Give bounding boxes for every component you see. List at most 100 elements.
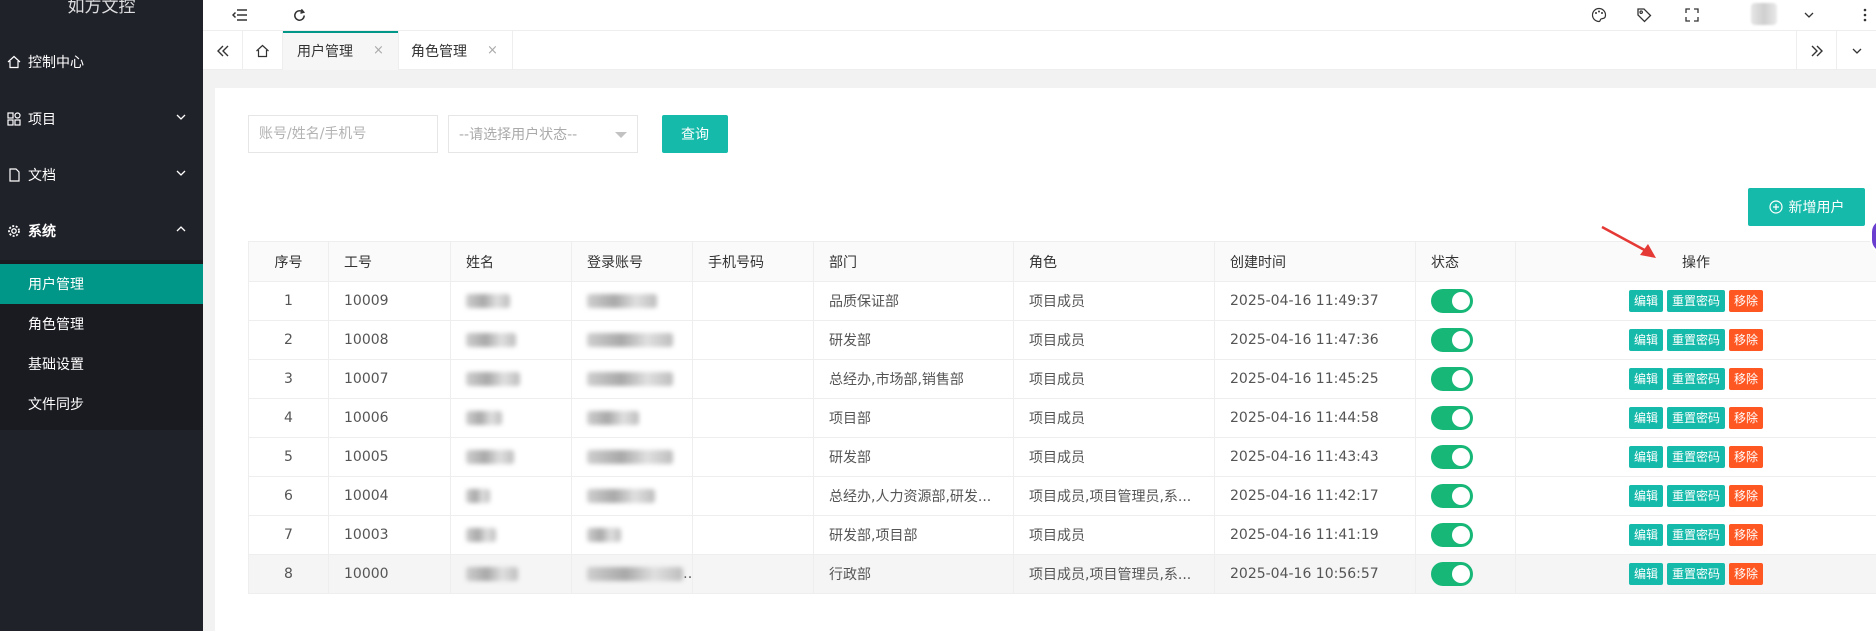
status-select[interactable]: --请选择用户状态-- [448, 115, 638, 153]
table-row: 6 10004 总经办,人力资源部,研发... 项目成员,项目管理员,系... 2025… [248, 476, 1876, 516]
remove-button[interactable]: 移除 [1729, 368, 1764, 390]
cell-created: 2025-04-16 11:43:43 [1214, 437, 1416, 477]
cell-name [450, 554, 572, 594]
cell-login [571, 359, 693, 399]
reset-password-button[interactable]: 重置密码 [1666, 368, 1725, 390]
sidebar-subitem-basic-settings[interactable]: 基础设置 [0, 344, 203, 384]
cell-role: 项目成员,项目管理员,系... [1013, 476, 1215, 516]
reset-password-button[interactable]: 重置密码 [1666, 485, 1725, 507]
header-seq: 序号 [248, 241, 329, 282]
remove-button[interactable]: 移除 [1729, 290, 1764, 312]
remove-button[interactable]: 移除 [1729, 446, 1764, 468]
redacted-name [466, 294, 510, 308]
menu-collapse-icon[interactable] [228, 3, 252, 27]
sidebar-item-project[interactable]: 项目 [0, 99, 203, 139]
cell-role: 项目成员 [1013, 281, 1215, 321]
remove-button[interactable]: 移除 [1729, 524, 1764, 546]
cell-actions: 编辑 重置密码 移除 [1515, 398, 1876, 438]
file-icon [0, 168, 28, 182]
status-toggle[interactable] [1431, 484, 1473, 508]
status-toggle[interactable] [1431, 523, 1473, 547]
tag-icon[interactable] [1632, 3, 1656, 27]
cell-name [450, 476, 572, 516]
add-user-button[interactable]: 新增用户 [1748, 188, 1865, 226]
tab-close-icon[interactable]: × [373, 43, 384, 58]
fullscreen-icon[interactable] [1680, 3, 1704, 27]
tab-role-management[interactable]: 角色管理 × [397, 31, 513, 70]
table-row: 2 10008 研发部 项目成员 2025-04-16 11:47:36 编辑 重置密码 移除 [248, 320, 1876, 360]
edit-button[interactable]: 编辑 [1628, 524, 1663, 546]
tab-user-management[interactable]: 用户管理 × [283, 31, 399, 70]
reset-password-button[interactable]: 重置密码 [1666, 290, 1725, 312]
tab-scroll-right-icon[interactable] [1796, 31, 1836, 70]
status-toggle[interactable] [1431, 406, 1473, 430]
status-toggle[interactable] [1431, 562, 1473, 586]
cell-status [1415, 476, 1516, 516]
reset-password-button[interactable]: 重置密码 [1666, 524, 1725, 546]
more-vertical-icon[interactable] [1853, 3, 1876, 27]
cell-job-no: 10004 [328, 476, 451, 516]
avatar[interactable] [1751, 3, 1777, 25]
status-toggle[interactable] [1431, 328, 1473, 352]
cell-created: 2025-04-16 11:45:25 [1214, 359, 1416, 399]
home-tab-icon[interactable] [243, 31, 283, 70]
reset-password-button[interactable]: 重置密码 [1666, 329, 1725, 351]
reset-password-button[interactable]: 重置密码 [1666, 446, 1725, 468]
sidebar-subitem-label: 用户管理 [28, 277, 84, 293]
theme-palette-icon[interactable] [1587, 3, 1611, 27]
edit-button[interactable]: 编辑 [1628, 563, 1663, 585]
home-icon [0, 55, 28, 69]
edit-button[interactable]: 编辑 [1628, 329, 1663, 351]
sidebar-item-system[interactable]: 系统 [0, 211, 203, 251]
remove-button[interactable]: 移除 [1729, 485, 1764, 507]
plus-circle-icon [1768, 200, 1783, 214]
table-row: 3 10007 总经办,市场部,销售部 项目成员 2025-04-16 11:45:25… [248, 359, 1876, 399]
cell-actions: 编辑 重置密码 移除 [1515, 554, 1876, 594]
cell-role: 项目成员 [1013, 437, 1215, 477]
cell-job-no: 10006 [328, 398, 451, 438]
query-button[interactable]: 查询 [662, 115, 728, 153]
cell-phone [692, 320, 814, 360]
edit-button[interactable]: 编辑 [1628, 290, 1663, 312]
status-toggle[interactable] [1431, 289, 1473, 313]
edit-button[interactable]: 编辑 [1628, 407, 1663, 429]
remove-button[interactable]: 移除 [1729, 329, 1764, 351]
header-login: 登录账号 [571, 241, 693, 282]
cell-dept: 行政部 [813, 554, 1014, 594]
search-input-field[interactable] [259, 126, 427, 142]
tab-menu-chevron-icon[interactable] [1836, 31, 1876, 70]
cell-login [571, 554, 693, 594]
redacted-name [466, 567, 518, 581]
cell-phone [692, 515, 814, 555]
sidebar-item-document[interactable]: 文档 [0, 155, 203, 195]
sidebar-item-label: 项目 [28, 112, 56, 128]
tab-close-icon[interactable]: × [487, 43, 498, 58]
cell-created: 2025-04-16 11:42:17 [1214, 476, 1416, 516]
sidebar-subitem-user-management[interactable]: 用户管理 [0, 264, 203, 304]
tab-scroll-left-icon[interactable] [203, 31, 243, 70]
cell-job-no: 10009 [328, 281, 451, 321]
status-toggle[interactable] [1431, 445, 1473, 469]
edit-button[interactable]: 编辑 [1628, 368, 1663, 390]
remove-button[interactable]: 移除 [1729, 563, 1764, 585]
refresh-icon[interactable] [287, 3, 311, 27]
edit-button[interactable]: 编辑 [1628, 446, 1663, 468]
reset-password-button[interactable]: 重置密码 [1666, 563, 1725, 585]
cell-created: 2025-04-16 11:47:36 [1214, 320, 1416, 360]
edit-button[interactable]: 编辑 [1628, 485, 1663, 507]
cell-seq: 8 [248, 554, 329, 594]
cell-seq: 4 [248, 398, 329, 438]
sidebar-item-dashboard[interactable]: 控制中心 [0, 42, 203, 82]
status-toggle[interactable] [1431, 367, 1473, 391]
cell-dept: 总经办,市场部,销售部 [813, 359, 1014, 399]
chevron-down-icon[interactable] [1797, 3, 1821, 27]
sidebar-subitem-file-sync[interactable]: 文件同步 [0, 384, 203, 424]
cell-phone [692, 398, 814, 438]
sidebar-subitem-role-management[interactable]: 角色管理 [0, 304, 203, 344]
search-input[interactable] [248, 115, 438, 153]
reset-password-button[interactable]: 重置密码 [1666, 407, 1725, 429]
remove-button[interactable]: 移除 [1729, 407, 1764, 429]
redacted-name [466, 489, 490, 503]
app-logo-title: 如方文控 [67, 0, 136, 17]
cell-login [571, 437, 693, 477]
